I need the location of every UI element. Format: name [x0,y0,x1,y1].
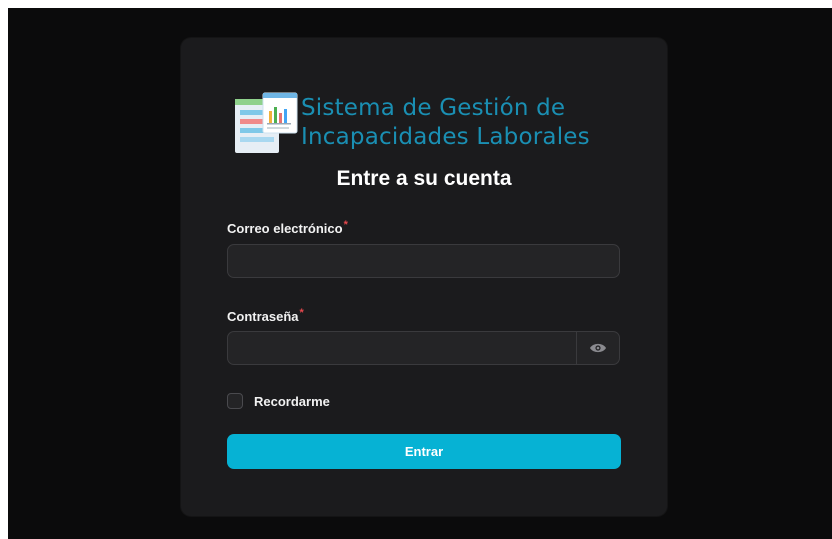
app-title: Sistema de Gestión de Incapacidades Labo… [301,94,590,152]
app-title-line1: Sistema de Gestión de [301,95,566,121]
email-label-text: Correo electrónico [227,221,343,236]
email-field[interactable] [227,244,620,278]
toggle-password-visibility-button[interactable] [576,332,619,364]
email-label: Correo electrónico* [227,219,348,236]
eye-icon [590,343,606,353]
login-card: Sistema de Gestión de Incapacidades Labo… [181,38,667,516]
app-title-line2: Incapacidades Laborales [301,124,590,150]
password-field[interactable] [227,331,620,365]
password-label-text: Contraseña [227,309,299,324]
password-label: Contraseña* [227,307,304,324]
remember-me-checkbox[interactable] [227,393,243,409]
login-submit-label: Entrar [404,444,444,459]
page-title: Entre a su cuenta [336,167,512,190]
required-marker: * [299,307,304,319]
spreadsheet-chart-icon [235,92,298,153]
page-background: Sistema de Gestión de Incapacidades Labo… [8,8,832,539]
required-marker: * [343,219,348,231]
app-logo: Sistema de Gestión de Incapacidades Labo… [233,91,633,161]
remember-me-label[interactable]: Recordarme [254,394,330,409]
login-submit-button[interactable]: Entrar [227,434,621,469]
